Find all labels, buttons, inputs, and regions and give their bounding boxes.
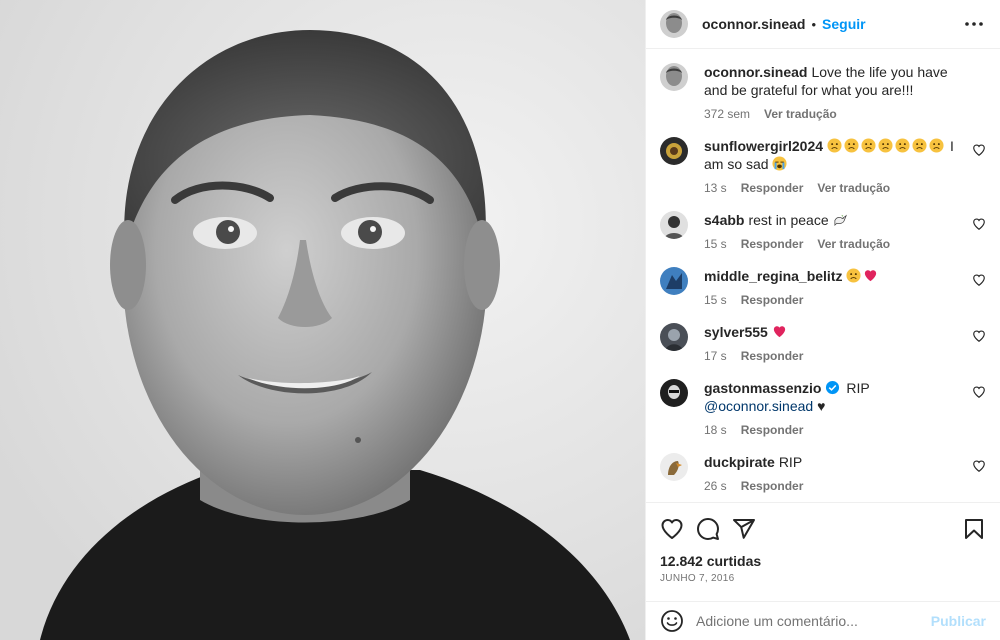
more-options-icon[interactable] (962, 12, 986, 36)
comment-text-row: sylver555 (704, 323, 956, 341)
comment-meta: 13 s Responder Ver tradução (704, 181, 956, 195)
reply-button[interactable]: Responder (741, 237, 804, 251)
comment-body: middle_regina_belitz 15 s Responder (704, 267, 986, 307)
heart-icon[interactable] (660, 517, 684, 541)
caption-avatar[interactable] (660, 63, 688, 92)
reply-button[interactable]: Responder (741, 349, 804, 363)
comment-timestamp[interactable]: 26 s (704, 479, 727, 493)
translate-button[interactable]: Ver tradução (817, 181, 890, 195)
comment-like-icon[interactable] (972, 217, 986, 231)
comment-item: sunflowergirl2024 I am so sad 13 s Respo… (660, 137, 986, 195)
post-header: oconnor.sinead • Seguir (646, 0, 1000, 50)
red-heart-emoji-icon (772, 324, 789, 340)
post-side-panel: oconnor.sinead • Seguir oconnor.sinead Lo… (645, 0, 1000, 640)
comment-text-row: gastonmassenzio RIP @oconnor.sinead ♥ (704, 379, 956, 415)
comment-meta: 26 s Responder (704, 479, 956, 493)
comment-meta: 15 s Responder Ver tradução (704, 237, 956, 251)
comment-item: sylver555 17 s Responder (660, 323, 986, 363)
caption-body: oconnor.sinead Love the life you have and… (704, 63, 986, 121)
follow-button[interactable]: Seguir (822, 16, 866, 32)
comment-body: sunflowergirl2024 I am so sad 13 s Respo… (704, 137, 986, 195)
comment-item: s4abb rest in peace 15 s Responder Ver tr… (660, 211, 986, 251)
red-heart-emoji-icon (863, 268, 880, 284)
comment-like-icon[interactable] (972, 329, 986, 343)
comment-item: gastonmassenzio RIP @oconnor.sinead ♥ 18… (660, 379, 986, 437)
comment-like-icon[interactable] (972, 143, 986, 157)
commenter-username[interactable]: duckpirate (704, 454, 775, 470)
comment-like-icon[interactable] (972, 273, 986, 287)
comment-timestamp[interactable]: 15 s (704, 293, 727, 307)
commenter-username[interactable]: s4abb (704, 212, 744, 228)
comment-body: sylver555 17 s Responder (704, 323, 986, 363)
author-username[interactable]: oconnor.sinead (702, 16, 805, 32)
caption-text-row: oconnor.sinead Love the life you have and… (704, 63, 956, 99)
dove-emoji-icon (833, 212, 850, 228)
commenter-username[interactable]: middle_regina_belitz (704, 268, 842, 284)
comment-input[interactable] (696, 612, 931, 629)
comment-item: duckpirate RIP 26 s Responder (660, 453, 986, 493)
comment-body: s4abb rest in peace 15 s Responder Ver tr… (704, 211, 986, 251)
post-date[interactable]: JUNHO 7, 2016 (660, 573, 986, 584)
author-avatar[interactable] (660, 10, 688, 39)
comment-timestamp[interactable]: 17 s (704, 349, 727, 363)
comment-meta: 15 s Responder (704, 293, 956, 307)
reply-button[interactable]: Responder (741, 181, 804, 195)
comment-suffix: ♥ (817, 398, 826, 415)
comment-text: RIP (846, 380, 870, 397)
comment-meta: 18 s Responder (704, 423, 956, 437)
comment-item: middle_regina_belitz 15 s Responder (660, 267, 986, 307)
commenter-username[interactable]: gastonmassenzio (704, 380, 821, 396)
commenter-avatar[interactable] (660, 379, 688, 408)
comment-text-row: middle_regina_belitz (704, 267, 956, 285)
commenter-avatar[interactable] (660, 211, 688, 240)
commenter-avatar[interactable] (660, 267, 688, 296)
commenter-avatar[interactable] (660, 453, 688, 482)
comment-text-row: s4abb rest in peace (704, 211, 956, 229)
comment-timestamp[interactable]: 13 s (704, 181, 727, 195)
verified-badge-icon (825, 380, 842, 396)
caption-username[interactable]: oconnor.sinead (704, 64, 807, 80)
comments-list[interactable]: oconnor.sinead Love the life you have and… (646, 49, 1000, 502)
comment-body: gastonmassenzio RIP @oconnor.sinead ♥ 18… (704, 379, 986, 437)
commenter-username[interactable]: sunflowergirl2024 (704, 138, 823, 154)
caption-timestamp[interactable]: 372 sem (704, 107, 750, 121)
caption: oconnor.sinead Love the life you have and… (660, 63, 986, 121)
caption-meta: 372 sem Ver tradução (704, 107, 956, 121)
post-actions: 12.842 curtidas JUNHO 7, 2016 (646, 502, 1000, 601)
translate-button[interactable]: Ver tradução (764, 107, 837, 121)
add-comment-bar: Publicar (646, 600, 1000, 640)
crying-emoji-icon (772, 156, 789, 172)
comment-timestamp[interactable]: 15 s (704, 237, 727, 251)
reply-button[interactable]: Responder (741, 293, 804, 307)
comment-meta: 17 s Responder (704, 349, 956, 363)
commenter-avatar[interactable] (660, 137, 688, 166)
comment-body: duckpirate RIP 26 s Responder (704, 453, 986, 493)
share-icon[interactable] (732, 517, 756, 541)
action-icons (660, 513, 986, 545)
publish-button[interactable]: Publicar (931, 613, 986, 629)
comment-text: RIP (778, 454, 803, 471)
sad-emoji-icon (846, 268, 863, 284)
comment-text-row: sunflowergirl2024 I am so sad (704, 137, 956, 173)
bookmark-icon[interactable] (962, 517, 986, 541)
comment-timestamp[interactable]: 18 s (704, 423, 727, 437)
comment-text-row: duckpirate RIP (704, 453, 956, 471)
commenter-username[interactable]: sylver555 (704, 324, 768, 340)
comment-text: rest in peace (748, 212, 829, 229)
comment-like-icon[interactable] (972, 459, 986, 473)
comment-like-icon[interactable] (972, 385, 986, 399)
emoji-icon[interactable] (660, 609, 684, 633)
separator-dot: • (811, 16, 817, 32)
likes-count[interactable]: 12.842 curtidas (660, 553, 986, 569)
reply-button[interactable]: Responder (741, 423, 804, 437)
mention-link[interactable]: @oconnor.sinead (704, 398, 813, 414)
post-photo (0, 0, 645, 640)
translate-button[interactable]: Ver tradução (817, 237, 890, 251)
reply-button[interactable]: Responder (741, 479, 804, 493)
comment-icon[interactable] (696, 517, 720, 541)
sad-emoji-icon (827, 138, 946, 154)
instagram-post-modal: oconnor.sinead • Seguir oconnor.sinead Lo… (0, 0, 1000, 640)
commenter-avatar[interactable] (660, 323, 688, 352)
